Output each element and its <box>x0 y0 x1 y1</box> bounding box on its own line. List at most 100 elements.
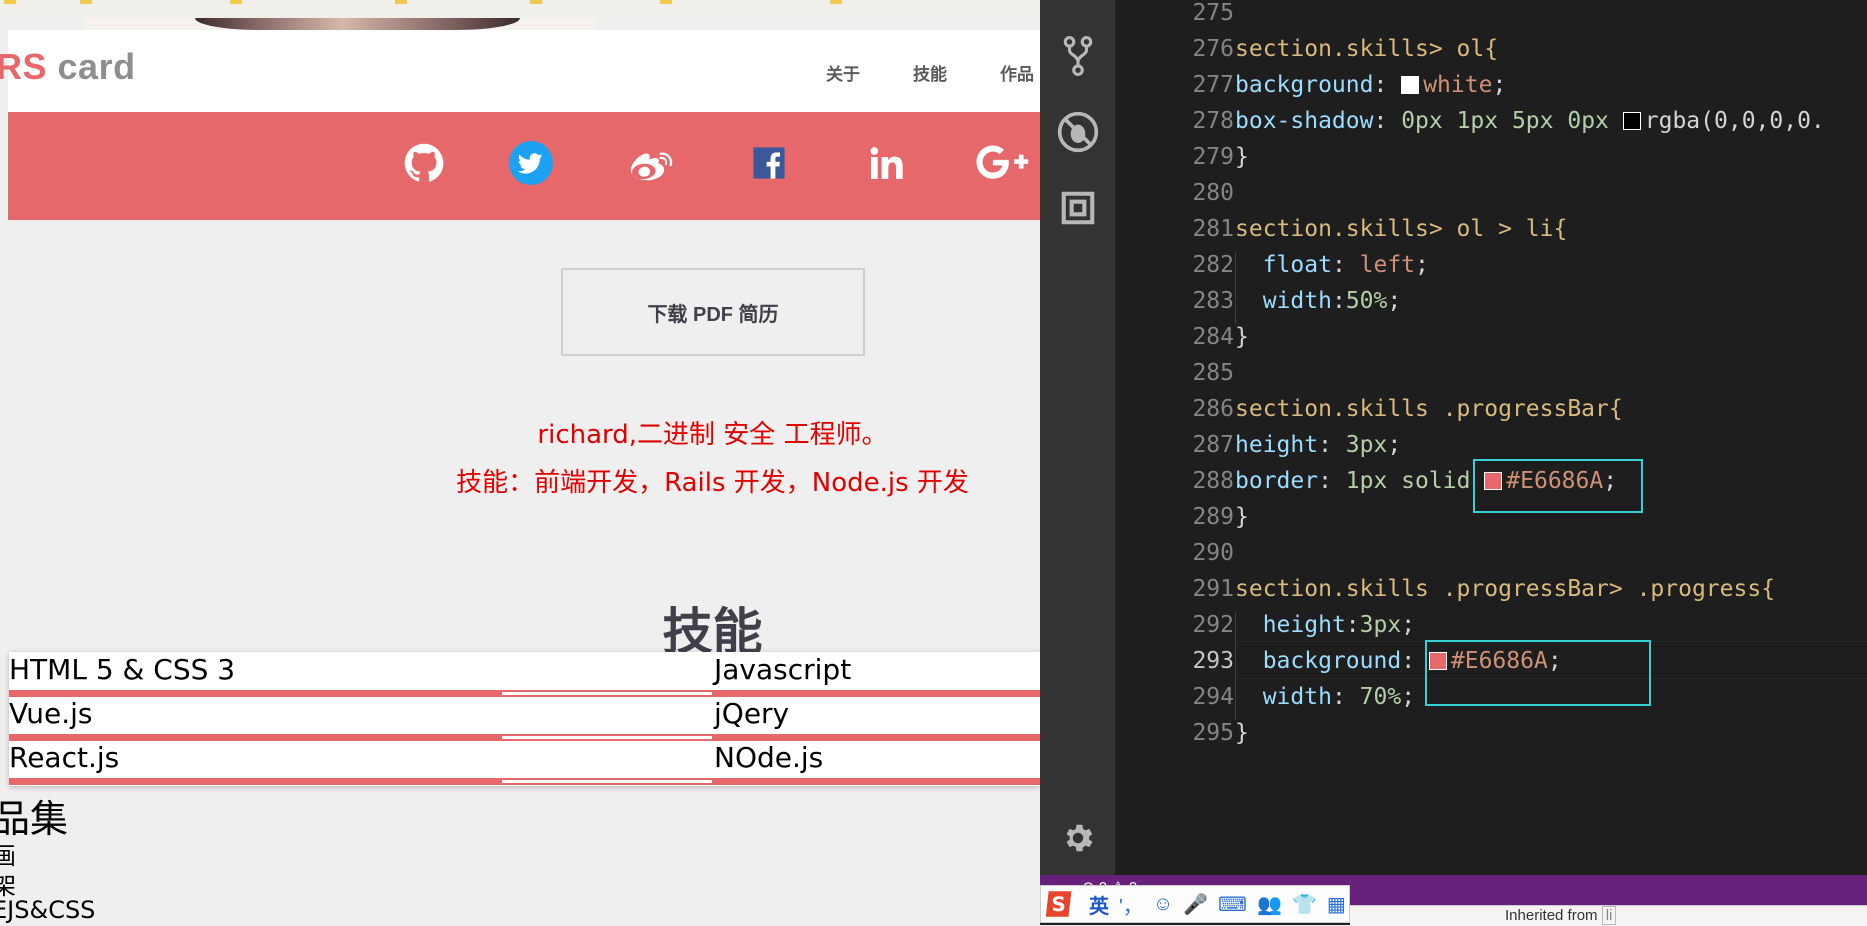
line-number: 282 <box>1192 252 1234 278</box>
code-line-294: width: 70%; <box>1262 684 1416 710</box>
code-line-283: width:50%; <box>1262 288 1402 314</box>
bookmark-item[interactable] <box>80 0 96 8</box>
microphone-icon[interactable]: 🎤 <box>1183 892 1208 917</box>
code-editor: 275 276 277 278 279 280 281 282 283 284 … <box>1040 0 1867 925</box>
line-number: 278 <box>1192 108 1234 134</box>
property: width <box>1262 684 1332 710</box>
browser-page: RS card 关于 技能 作品 下载 PDF 简历 richard,二进制 安… <box>0 0 1040 925</box>
color-swatch[interactable] <box>1401 75 1420 94</box>
debug-icon[interactable] <box>1056 110 1100 154</box>
nav-works[interactable]: 作品 <box>1000 60 1034 85</box>
inherited-text: Inherited from <box>1505 907 1598 924</box>
bookmark-item[interactable] <box>4 0 20 8</box>
property: height <box>1235 432 1319 458</box>
selector: section.skills> ol > li{ <box>1235 216 1568 242</box>
line-number-gutter: 275 276 277 278 279 280 281 282 283 284 … <box>1115 0 1242 875</box>
intro-line-1: richard,二进制 安全 工程师。 <box>537 420 888 450</box>
gear-icon[interactable] <box>1056 816 1100 860</box>
twitter-icon[interactable] <box>508 140 554 186</box>
value: left <box>1359 252 1416 278</box>
bookmark-item[interactable] <box>660 0 676 8</box>
bookmark-item[interactable] <box>395 0 411 8</box>
skill-name: Javascript <box>714 653 852 686</box>
topbar: RS card 关于 技能 作品 <box>0 30 1040 112</box>
line-number: 284 <box>1192 324 1234 350</box>
line-number: 281 <box>1192 216 1234 242</box>
inherited-label: Inherited from li <box>1505 906 1617 925</box>
skin-icon[interactable]: 👕 <box>1292 892 1317 917</box>
activity-bar <box>1040 0 1115 875</box>
logo-card: card <box>57 46 136 87</box>
line-number: 276 <box>1192 36 1234 62</box>
avatar <box>195 18 520 30</box>
bookmark-item[interactable] <box>230 0 246 8</box>
inherited-tag[interactable]: li <box>1601 906 1617 925</box>
line-number: 295 <box>1192 720 1234 746</box>
extensions-icon[interactable] <box>1056 186 1100 230</box>
toolbox-icon[interactable]: ▦ <box>1327 892 1346 917</box>
property: border <box>1235 468 1319 494</box>
line-number: 285 <box>1192 360 1234 386</box>
line-number: 289 <box>1192 504 1234 530</box>
code-line-287: height: 3px; <box>1235 432 1402 458</box>
brace: } <box>1235 324 1249 350</box>
google-plus-icon[interactable] <box>973 140 1033 186</box>
line-number: 291 <box>1192 576 1234 602</box>
brace: } <box>1235 504 1249 530</box>
sogou-logo-icon[interactable]: S <box>1041 886 1079 922</box>
skill-name: jQery <box>714 697 790 730</box>
site-logo[interactable]: RS card <box>0 46 136 88</box>
code-line-289: } <box>1235 504 1249 530</box>
color-swatch[interactable] <box>1622 111 1641 130</box>
code-line-281: section.skills> ol > li{ <box>1235 216 1567 242</box>
works-heading: 品集 <box>0 797 69 841</box>
annotation-box <box>1473 459 1643 513</box>
property: box-shadow <box>1235 108 1374 134</box>
line-number: 283 <box>1192 288 1234 314</box>
nav-skills[interactable]: 技能 <box>913 60 947 85</box>
works-item[interactable]: EJS&CSS <box>0 896 95 924</box>
logo-rs: RS <box>0 46 48 87</box>
keyboard-icon[interactable]: ⌨ <box>1218 892 1247 917</box>
users-icon[interactable]: 👥 <box>1257 892 1282 917</box>
nav-about[interactable]: 关于 <box>826 60 860 85</box>
value: white <box>1423 72 1493 98</box>
value: 70% <box>1359 684 1402 710</box>
code-line-279: } <box>1235 144 1249 170</box>
property: background <box>1262 648 1402 674</box>
ime-lang-toggle[interactable]: 英 <box>1089 890 1109 919</box>
bookmark-item[interactable] <box>530 0 546 8</box>
line-number: 275 <box>1192 0 1234 26</box>
svg-text:S: S <box>1052 893 1066 916</box>
progress-remainder <box>502 780 712 783</box>
value: 3px <box>1359 612 1402 638</box>
facebook-icon[interactable] <box>746 140 792 186</box>
emoji-icon[interactable]: ☺ <box>1153 893 1173 916</box>
progress-remainder <box>502 692 712 695</box>
property: float <box>1262 252 1332 278</box>
github-icon[interactable] <box>401 140 447 186</box>
selector: section.skills .progressBar{ <box>1235 396 1623 422</box>
source-control-icon[interactable] <box>1056 34 1100 78</box>
weibo-icon[interactable] <box>628 140 674 186</box>
value: 0px 1px 5px 0px <box>1401 108 1609 134</box>
line-number: 277 <box>1192 72 1234 98</box>
line-number: 280 <box>1192 180 1234 206</box>
code-line-292: height:3px; <box>1262 612 1416 638</box>
line-number: 290 <box>1192 540 1234 566</box>
ime-toolbar: S 英 '， ☺ 🎤 ⌨ 👥 👕 ▦ <box>1040 885 1350 923</box>
code-area[interactable]: section.skills> ol{ background: white; b… <box>1235 0 1867 875</box>
property: height <box>1262 612 1346 638</box>
code-line-286: section.skills .progressBar{ <box>1235 396 1623 422</box>
download-pdf-button[interactable]: 下载 PDF 简历 <box>561 268 865 356</box>
brace: } <box>1235 720 1249 746</box>
ime-punct-toggle[interactable]: '， <box>1119 890 1143 919</box>
value: 3px <box>1345 432 1388 458</box>
value: rgba(0,0,0,0. <box>1644 108 1825 134</box>
bookmark-item[interactable] <box>830 0 846 8</box>
code-line-282: float: left; <box>1262 252 1429 278</box>
line-number: 294 <box>1192 684 1234 710</box>
linkedin-icon[interactable] <box>863 140 909 186</box>
intro-line-2: 技能：前端开发，Rails 开发，Node.js 开发 <box>456 468 969 498</box>
skills-list: HTML 5 & CSS 3 Javascript Vue.js jQery R… <box>9 652 1040 786</box>
